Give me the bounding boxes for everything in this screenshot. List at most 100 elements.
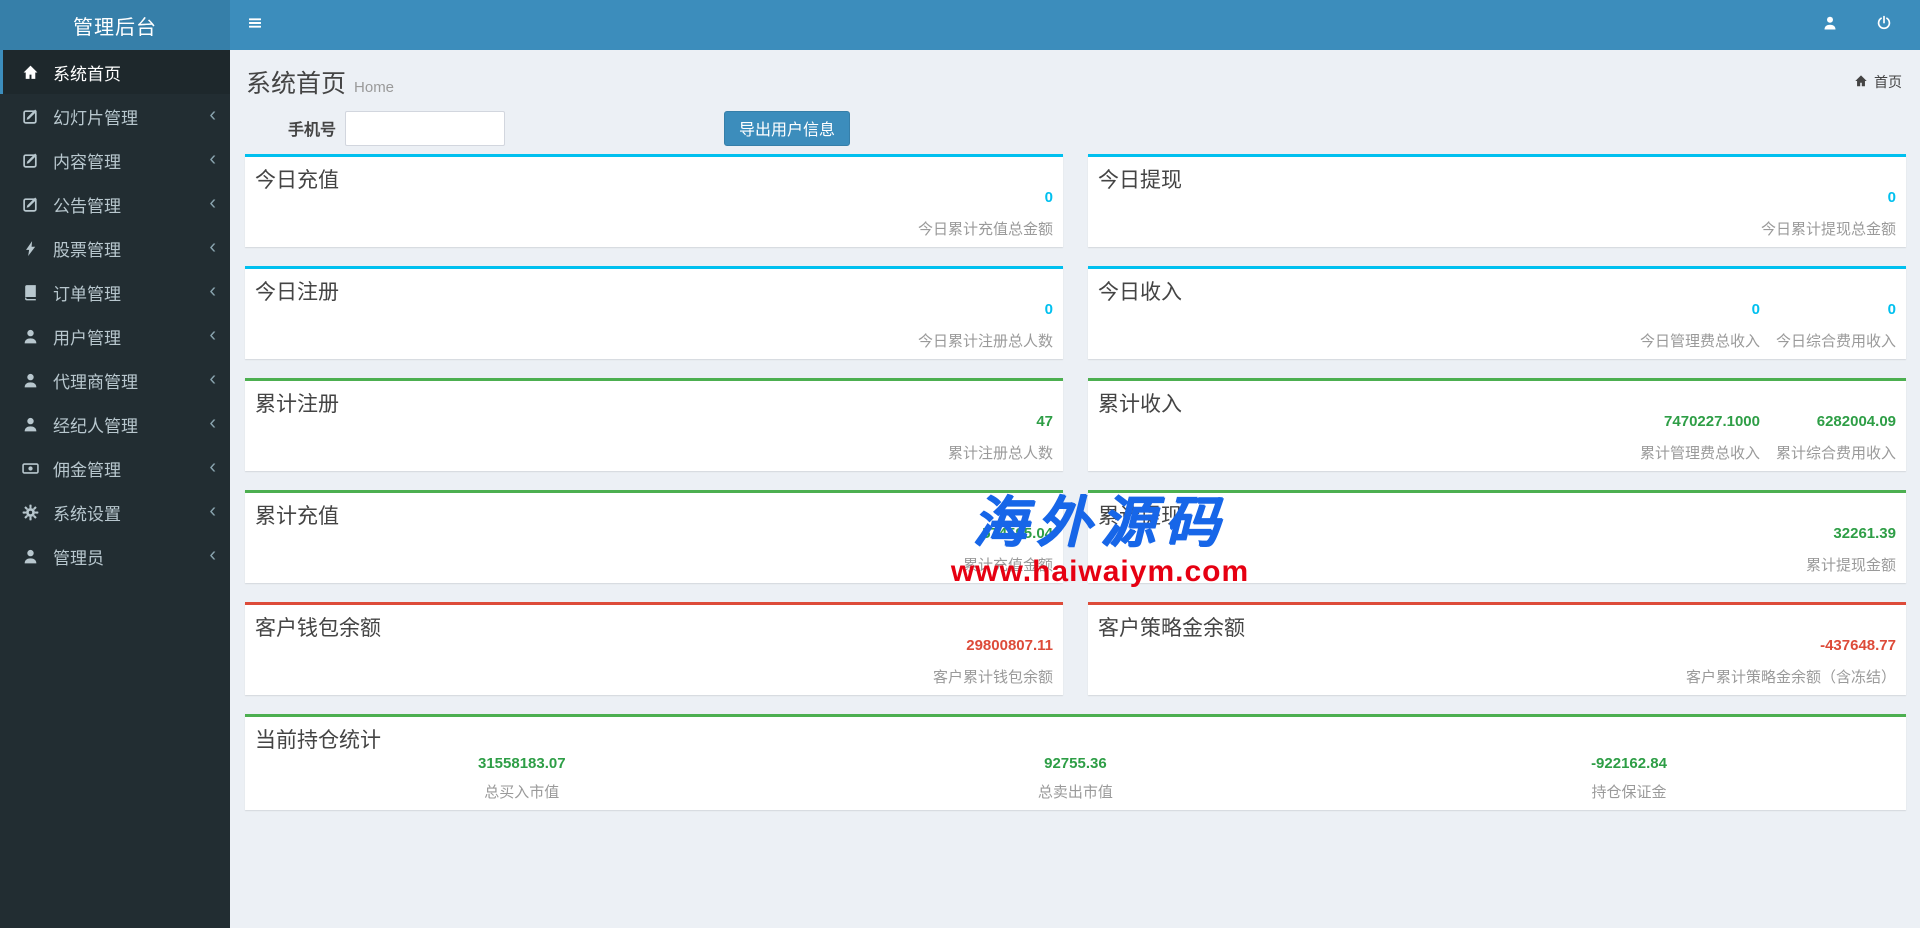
stat-card-metrics: 0 今日管理费总收入 0 今日综合费用收入 [1640,301,1896,351]
stat-caption: 累计充值金额 [962,557,1053,574]
stat-card-title: 今日充值 [255,169,339,192]
stat-caption: 今日累计注册总人数 [917,333,1053,350]
user-icon [18,416,43,433]
stat-value: 0 [1887,301,1896,318]
stat-value: 0 [1044,189,1053,206]
money-icon [18,460,43,477]
logout-button[interactable] [1864,0,1904,50]
sidebar-item-admin[interactable]: 管理员 ‹ [0,534,230,578]
stat-card-title: 今日收入 [1098,281,1182,304]
sidebar-item-label: 佣金管理 [53,460,121,480]
chevron-left-icon: ‹ [209,367,216,390]
breadcrumb[interactable]: 首页 [1854,72,1902,92]
stat-metric: 574595.04 累计充值金额 [963,525,1053,575]
sidebar: 系统首页 幻灯片管理 ‹ 内容管理 ‹ 公告管理 ‹ 股票管理 ‹ 订单管理 ‹ 用户管理 ‹ 代理商管理… [0,50,230,928]
stat-metric: 6282004.09 累计综合费用收入 [1776,413,1896,463]
sidebar-item-label: 内容管理 [53,152,121,172]
content-header: 系统首页 Home 首页 [230,50,1920,104]
stat-card-metrics: 32261.39 累计提现金额 [1806,525,1896,575]
user-menu-button[interactable] [1810,0,1850,50]
stat-card-title: 累计提现 [1098,505,1182,528]
stat-value: -437648.77 [1820,637,1896,654]
navbar-right [1810,0,1920,50]
stat-card: 今日收入 0 今日管理费总收入 0 今日综合费用收入 [1088,266,1906,359]
stat-card-title: 累计收入 [1098,393,1182,416]
power-icon [1876,15,1892,36]
sidebar-item-label: 系统首页 [53,64,121,84]
top-bar: 管理后台 [0,0,1920,50]
stat-caption: 今日综合费用收入 [1775,333,1896,350]
page-title: 系统首页 [246,70,347,98]
sidebar-item-slides[interactable]: 幻灯片管理 ‹ [0,94,230,138]
app-logo: 管理后台 [0,0,230,50]
position-stat-label: 总买入市值 [484,784,560,801]
stat-card-title: 今日提现 [1098,169,1182,192]
sidebar-item-label: 股票管理 [53,240,121,260]
stat-value: 0 [1751,301,1760,318]
sidebar-item-notice[interactable]: 公告管理 ‹ [0,182,230,226]
sidebar-item-label: 订单管理 [53,284,121,304]
home-icon [1854,74,1868,91]
book-icon [18,284,43,301]
stat-card-metrics: 29800807.11 客户累计钱包余额 [933,637,1053,687]
stat-card-metrics: 0 今日累计提现总金额 [1761,189,1896,239]
stat-metric: -437648.77 客户累计策略金余额（含冻结） [1686,637,1896,687]
position-stat: -922162.84 持仓保证金 [1352,755,1906,802]
sidebar-item-label: 公告管理 [53,196,121,216]
sidebar-item-agents[interactable]: 代理商管理 ‹ [0,358,230,402]
position-stat-value: 31558183.07 [478,755,566,772]
edit-icon [18,196,43,213]
sidebar-toggle-button[interactable] [230,0,280,50]
user-icon [18,548,43,565]
position-stat: 92755.36 总卖出市值 [799,755,1353,802]
stat-value: 574595.04 [982,525,1053,542]
chevron-left-icon: ‹ [209,455,216,478]
phone-label: 手机号 [288,122,337,139]
sidebar-item-home[interactable]: 系统首页 [0,50,230,94]
phone-input[interactable] [345,110,506,146]
position-stat-value: -922162.84 [1591,755,1667,772]
stat-value: 7470227.1000 [1664,413,1760,430]
sidebar-item-label: 用户管理 [53,328,121,348]
navbar [230,0,1920,50]
stat-card-metrics: 7470227.1000 累计管理费总收入 6282004.09 累计综合费用收入 [1640,413,1896,463]
stat-card-metrics: 0 今日累计注册总人数 [918,301,1053,351]
gear-icon [18,504,43,521]
stat-caption: 累计注册总人数 [947,445,1053,462]
position-stat-value: 92755.36 [1044,755,1107,772]
stat-value: 47 [1036,413,1053,430]
stat-card-title: 累计充值 [255,505,339,528]
stat-card: 客户钱包余额 29800807.11 客户累计钱包余额 [245,602,1063,695]
page-subtitle: Home [354,79,395,96]
home-icon [18,64,43,81]
user-icon [18,328,43,345]
stat-card: 累计注册 47 累计注册总人数 [245,378,1063,471]
sidebar-item-orders[interactable]: 订单管理 ‹ [0,270,230,314]
edit-icon [18,108,43,125]
stat-caption: 累计管理费总收入 [1639,445,1760,462]
sidebar-item-commission[interactable]: 佣金管理 ‹ [0,446,230,490]
sidebar-item-label: 幻灯片管理 [53,108,138,128]
sidebar-item-content[interactable]: 内容管理 ‹ [0,138,230,182]
sidebar-item-stock[interactable]: 股票管理 ‹ [0,226,230,270]
sidebar-item-settings[interactable]: 系统设置 ‹ [0,490,230,534]
export-users-button[interactable]: 导出用户信息 [724,110,851,146]
stat-card: 今日注册 0 今日累计注册总人数 [245,266,1063,359]
stat-card: 累计提现 32261.39 累计提现金额 [1088,490,1906,583]
stat-metric: 32261.39 累计提现金额 [1806,525,1896,575]
sidebar-item-users[interactable]: 用户管理 ‹ [0,314,230,358]
stat-metric: 0 今日累计提现总金额 [1761,189,1896,239]
stat-metric: 7470227.1000 累计管理费总收入 [1640,413,1760,463]
stat-card-title: 客户策略金余额 [1098,617,1245,640]
stat-card-title: 今日注册 [255,281,339,304]
chevron-left-icon: ‹ [209,103,216,126]
user-icon [1822,15,1838,36]
stat-caption: 累计综合费用收入 [1775,445,1896,462]
hamburger-icon [247,15,263,36]
stat-card-metrics: 47 累计注册总人数 [948,413,1053,463]
stat-card: 累计收入 7470227.1000 累计管理费总收入 6282004.09 累计综合费用… [1088,378,1906,471]
stat-value: 0 [1887,189,1896,206]
sidebar-item-label: 经纪人管理 [53,416,138,436]
breadcrumb-home-label: 首页 [1874,74,1902,90]
sidebar-item-brokers[interactable]: 经纪人管理 ‹ [0,402,230,446]
